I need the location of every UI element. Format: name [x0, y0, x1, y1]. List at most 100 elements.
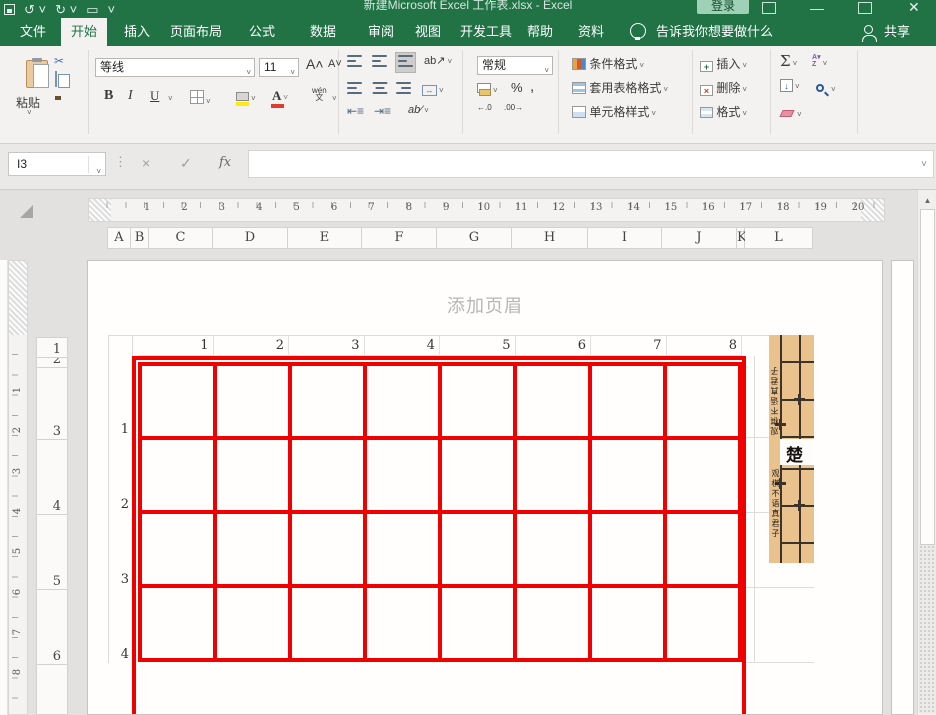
format-as-table-button[interactable]: 套用表格格式˅ — [572, 79, 668, 96]
grid-cell-r2c7[interactable] — [590, 438, 665, 512]
align-center-button[interactable] — [372, 82, 387, 97]
fill-color-button[interactable]: ˅ — [236, 90, 256, 104]
row-header-4[interactable]: 4 — [36, 440, 68, 515]
close-icon[interactable]: ✕ — [908, 0, 920, 16]
clear-button[interactable]: ˅ — [781, 106, 802, 120]
tab-7[interactable]: 视图 — [405, 18, 451, 46]
login-button[interactable]: 登录 — [697, 0, 749, 14]
align-right-button[interactable] — [396, 82, 411, 97]
increase-decimal-button[interactable]: ←.0 — [477, 104, 492, 112]
maximize-icon[interactable] — [858, 2, 872, 14]
grid-cell-r2c1[interactable] — [140, 438, 215, 512]
grid-cell-r1c5[interactable] — [440, 364, 515, 438]
insert-function-button[interactable]: fx — [219, 155, 231, 170]
grid-cell-r2c8[interactable] — [665, 438, 740, 512]
grid-cell-r4c4[interactable] — [365, 586, 440, 660]
align-top-button[interactable] — [347, 55, 362, 70]
grid-cell-r1c7[interactable] — [590, 364, 665, 438]
decrease-decimal-button[interactable]: .00→ — [504, 104, 523, 112]
format-cells-button[interactable]: 格式˅ — [700, 103, 747, 120]
tab-6[interactable]: 审阅 — [358, 18, 404, 46]
phonetic-dropdown[interactable]: ˅ — [332, 94, 337, 103]
tab-1[interactable]: 开始 — [61, 18, 107, 46]
column-header-I[interactable]: I — [588, 227, 662, 249]
grid-cell-r4c8[interactable] — [665, 586, 740, 660]
tab-3[interactable]: 页面布局 — [160, 18, 232, 46]
column-header-F[interactable]: F — [362, 227, 437, 249]
column-header-E[interactable]: E — [288, 227, 362, 249]
increase-font-button[interactable]: A˄ — [306, 56, 324, 72]
cancel-button[interactable]: × — [142, 155, 150, 171]
grid-cell-r4c3[interactable] — [290, 586, 365, 660]
sort-filter-button[interactable]: A▾Z˅ — [812, 54, 827, 69]
grid-cell-r3c7[interactable] — [590, 512, 665, 586]
number-format-combo[interactable]: 常规˅ — [477, 56, 553, 75]
grid-cell-r2c4[interactable] — [365, 438, 440, 512]
autosum-button[interactable]: Σ˅ — [780, 52, 797, 70]
row-header-1[interactable]: 1 — [36, 337, 68, 358]
column-header-B[interactable]: B — [131, 227, 149, 249]
fill-button[interactable]: ↓˅ — [780, 78, 800, 92]
column-header-C[interactable]: C — [149, 227, 213, 249]
grid-cell-r4c5[interactable] — [440, 586, 515, 660]
row-header-3[interactable]: 3 — [36, 368, 68, 440]
comma-style-button[interactable]: , — [530, 78, 534, 95]
xiangqi-board-picture[interactable]: 楚 观棋不语真君子 观棋不语真君子 — [769, 335, 814, 563]
borders-button[interactable]: ˅ — [190, 90, 211, 107]
align-middle-button[interactable] — [372, 55, 387, 70]
grid-cell-r1c4[interactable] — [365, 364, 440, 438]
grid-cell-r3c1[interactable] — [140, 512, 215, 586]
tab-2[interactable]: 插入 — [114, 18, 160, 46]
column-header-L[interactable]: L — [745, 227, 813, 249]
column-header-A[interactable]: A — [107, 227, 131, 249]
grid-cell-r3c2[interactable] — [215, 512, 290, 586]
cell-styles-button[interactable]: 单元格样式˅ — [572, 103, 656, 120]
insert-cells-button[interactable]: + 插入˅ — [700, 55, 747, 72]
row-header-2[interactable]: 2 — [36, 358, 68, 368]
conditional-formatting-button[interactable]: 条件格式˅ — [572, 55, 644, 72]
grid-cell-r2c6[interactable] — [515, 438, 590, 512]
red-grid[interactable] — [138, 362, 742, 662]
underline-dropdown[interactable]: ˅ — [168, 94, 173, 103]
percent-style-button[interactable]: % — [511, 80, 523, 95]
share-button[interactable]: 共享 — [884, 18, 910, 46]
row-header-6[interactable]: 6 — [36, 590, 68, 665]
enter-button[interactable]: ✓ — [180, 155, 192, 172]
copy-button[interactable]: ˅ — [55, 72, 64, 86]
tell-me-box[interactable]: 告诉我你想要做什么 — [656, 18, 773, 46]
wrap-text-button[interactable]: ab⁄˅ — [408, 104, 429, 116]
column-header-D[interactable]: D — [213, 227, 288, 249]
underline-button[interactable]: U — [150, 88, 159, 104]
tab-9[interactable]: 帮助 — [517, 18, 563, 46]
grid-cell-r2c5[interactable] — [440, 438, 515, 512]
accounting-format-button[interactable]: ˅ — [477, 82, 498, 96]
select-all-corner[interactable] — [20, 205, 33, 218]
decrease-font-button[interactable]: A˅ — [328, 58, 342, 70]
bold-button[interactable]: B — [104, 88, 113, 104]
grid-cell-r3c6[interactable] — [515, 512, 590, 586]
delete-cells-button[interactable]: × 删除˅ — [700, 79, 747, 96]
ribbon-display-options-icon[interactable] — [762, 2, 776, 14]
grid-cell-r2c3[interactable] — [290, 438, 365, 512]
tab-8[interactable]: 开发工具 — [450, 18, 522, 46]
grid-cell-r4c1[interactable] — [140, 586, 215, 660]
grid-cell-r4c2[interactable] — [215, 586, 290, 660]
grid-cell-r1c6[interactable] — [515, 364, 590, 438]
tab-5[interactable]: 数据 — [300, 18, 346, 46]
increase-indent-button[interactable]: ⇥≡ — [374, 104, 391, 118]
column-header-H[interactable]: H — [512, 227, 588, 249]
align-bottom-button[interactable] — [396, 53, 415, 72]
formula-input[interactable]: ˅ — [248, 150, 934, 178]
grid-cell-r4c6[interactable] — [515, 586, 590, 660]
grid-cell-r2c2[interactable] — [215, 438, 290, 512]
find-select-button[interactable]: ˅ — [816, 81, 836, 95]
phonetic-button[interactable]: wén文 — [312, 87, 327, 101]
formula-bar-expand-icon[interactable]: ˅ — [921, 159, 927, 170]
column-header-J[interactable]: J — [662, 227, 737, 249]
tab-10[interactable]: 资料 — [568, 18, 614, 46]
grid-cell-r1c3[interactable] — [290, 364, 365, 438]
row-header-blank[interactable] — [36, 665, 68, 715]
scrollbar-thumb[interactable] — [920, 209, 935, 545]
scrollbar-track[interactable] — [919, 545, 936, 713]
tab-file[interactable]: 文件 — [6, 18, 60, 46]
